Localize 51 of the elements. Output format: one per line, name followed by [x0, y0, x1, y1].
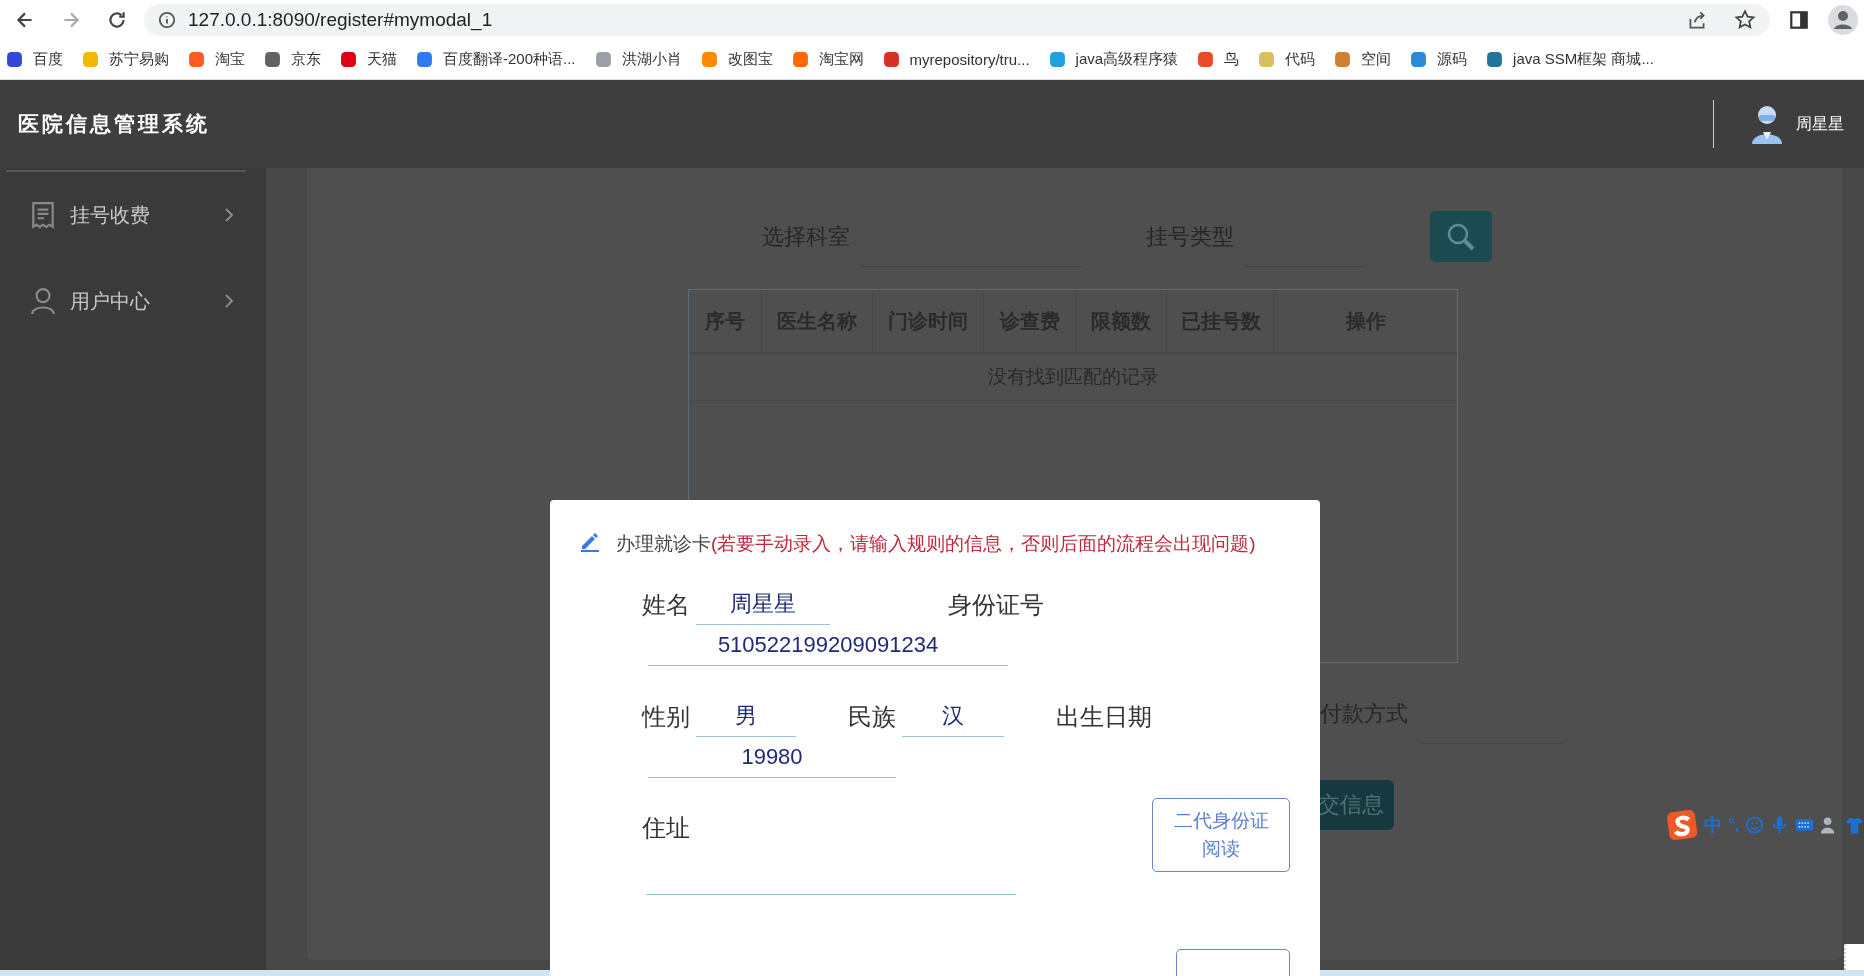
gender-label: 性别 — [642, 702, 690, 732]
warning-text: (若要手动录入，请输入规则的信息，否则后面的流程会出现问题) — [711, 533, 1256, 554]
birth-date-label: 出生日期 — [1056, 702, 1152, 732]
shirt-icon[interactable] — [1845, 815, 1864, 835]
gender-field[interactable]: 男 — [696, 696, 796, 737]
sidebar-item[interactable]: 用户中心 — [0, 258, 266, 344]
profile-icon[interactable] — [1828, 5, 1858, 35]
bookmark[interactable]: 淘宝网 — [791, 50, 864, 69]
modal-button[interactable] — [1176, 949, 1290, 976]
receipt-icon — [30, 201, 56, 229]
input-method-logo-icon[interactable] — [1666, 808, 1699, 842]
side-panel-icon[interactable] — [1788, 9, 1810, 31]
star-icon[interactable] — [1734, 9, 1756, 31]
read-id-card-button[interactable]: 二代身份证阅读 — [1152, 798, 1290, 872]
bookmark[interactable]: myrepository/tru... — [882, 51, 1030, 68]
name-field[interactable]: 周星星 — [696, 584, 830, 625]
bookmark[interactable]: 改图宝 — [700, 50, 773, 69]
bookmark[interactable]: java高级程序猿 — [1048, 50, 1179, 69]
bookmark[interactable]: 源码 — [1410, 50, 1468, 69]
bookmark[interactable]: 天猫 — [340, 50, 397, 69]
chevron-right-icon — [224, 293, 234, 309]
bookmark[interactable]: 代码 — [1258, 50, 1316, 69]
bookmark[interactable]: 苏宁易购 — [82, 50, 169, 69]
bookmark[interactable]: 空间 — [1334, 50, 1392, 69]
address-bar[interactable]: 127.0.0.1:8090/register#mymodal_1 — [144, 4, 1770, 36]
bookmark[interactable]: java SSM框架 商城... — [1486, 50, 1654, 69]
sidebar-item[interactable]: 挂号收费 — [0, 172, 266, 258]
bookmark[interactable]: 百度 — [6, 50, 63, 69]
search-icon — [1446, 221, 1476, 252]
bookmark[interactable]: 淘宝 — [188, 50, 245, 69]
bookmark[interactable]: 京东 — [264, 50, 321, 69]
modal-title: 办理就诊卡 — [616, 533, 711, 554]
address-label: 住址 — [642, 813, 691, 843]
app-title: 医院信息管理系统 — [18, 110, 210, 138]
user-name[interactable]: 周星星 — [1796, 113, 1844, 135]
bookmark[interactable]: 百度翻译-200种语... — [416, 50, 576, 69]
info-icon[interactable] — [158, 11, 176, 29]
doctor-avatar-icon — [1750, 104, 1784, 144]
id-number-field[interactable]: 510522199209091234 — [648, 625, 1008, 666]
id-number-label: 身份证号 — [948, 590, 1044, 620]
chevron-right-icon — [224, 207, 234, 223]
bookmark[interactable]: 洪湖小肖 — [594, 50, 682, 69]
url-text: 127.0.0.1:8090/register#mymodal_1 — [188, 9, 493, 31]
ethnicity-label: 民族 — [848, 702, 896, 732]
user-icon — [30, 287, 56, 315]
name-label: 姓名 — [642, 590, 690, 620]
birth-date-field[interactable]: 19980 — [648, 737, 896, 778]
reload-icon[interactable] — [106, 9, 128, 31]
bookmark[interactable]: 鸟 — [1197, 50, 1240, 69]
ethnicity-field[interactable]: 汉 — [902, 696, 1004, 737]
search-button[interactable] — [1430, 211, 1492, 262]
